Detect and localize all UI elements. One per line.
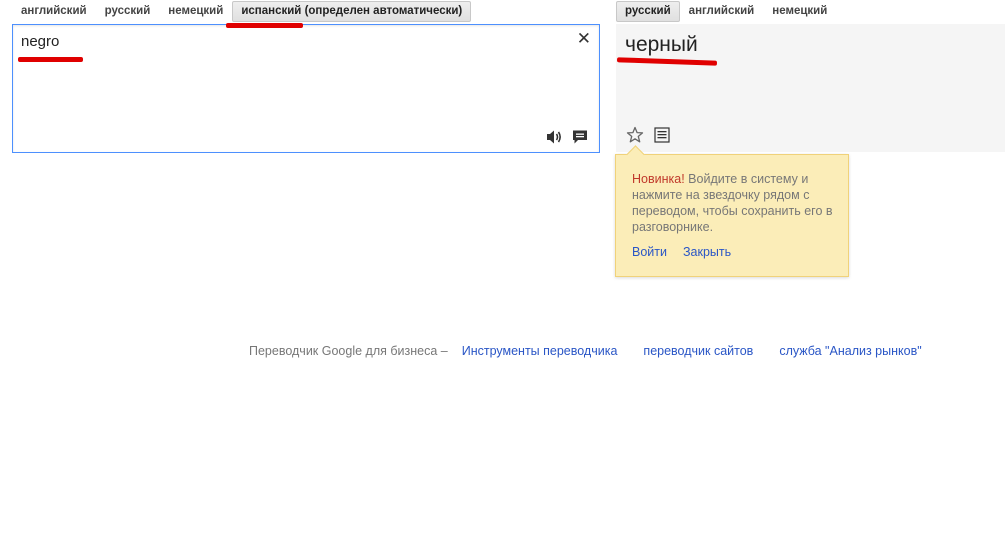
source-text[interactable]: negro bbox=[21, 33, 59, 50]
annotation-underline-detected-lang bbox=[226, 23, 303, 28]
target-language-bar: русский английский немецкий bbox=[616, 0, 836, 22]
footer: Переводчик Google для бизнеса – Инструме… bbox=[249, 344, 922, 358]
close-link[interactable]: Закрыть bbox=[683, 245, 731, 259]
speaker-icon[interactable] bbox=[545, 129, 563, 145]
footer-link-market-analysis[interactable]: служба "Анализ рынков" bbox=[779, 344, 921, 358]
annotation-underline-source-word bbox=[18, 57, 83, 62]
close-icon[interactable]: ✕ bbox=[577, 29, 591, 49]
phrasebook-tip-bubble: Новинка! Войдите в систему и нажмите на … bbox=[615, 145, 849, 277]
feedback-icon[interactable] bbox=[571, 129, 589, 145]
bubble-actions: Войти Закрыть bbox=[632, 245, 731, 259]
source-lang-german[interactable]: немецкий bbox=[159, 1, 232, 22]
new-label: Новинка! bbox=[632, 172, 685, 186]
source-lang-spanish-detected[interactable]: испанский (определен автоматически) bbox=[232, 0, 472, 22]
footer-prefix: Переводчик Google для бизнеса – bbox=[249, 344, 448, 358]
source-lang-english[interactable]: английский bbox=[12, 1, 96, 22]
source-text-area[interactable]: negro ✕ bbox=[12, 24, 600, 153]
bubble-message: Новинка! Войдите в систему и нажмите на … bbox=[632, 171, 838, 235]
target-lang-russian[interactable]: русский bbox=[616, 0, 680, 22]
target-lang-english[interactable]: английский bbox=[680, 1, 764, 22]
source-language-bar: английский русский немецкий испанский (о… bbox=[12, 0, 472, 22]
translation-text: черный bbox=[625, 33, 698, 56]
footer-link-website-translator[interactable]: переводчик сайтов bbox=[643, 344, 753, 358]
star-icon[interactable] bbox=[626, 126, 644, 144]
translation-result: черный bbox=[616, 24, 1005, 152]
footer-link-translator-toolkit[interactable]: Инструменты переводчика bbox=[462, 344, 618, 358]
login-link[interactable]: Войти bbox=[632, 245, 667, 259]
list-icon[interactable] bbox=[653, 126, 671, 144]
source-lang-russian[interactable]: русский bbox=[96, 1, 160, 22]
target-lang-german[interactable]: немецкий bbox=[763, 1, 836, 22]
